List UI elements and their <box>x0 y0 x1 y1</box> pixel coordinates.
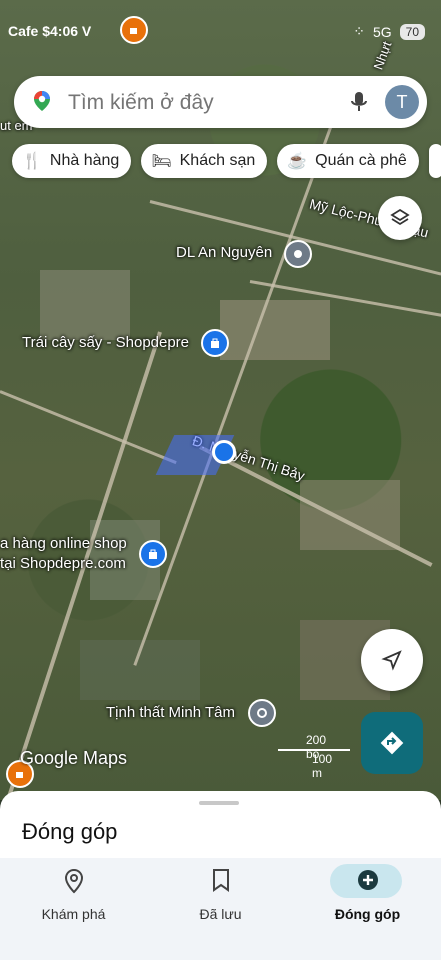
my-location-button[interactable] <box>361 629 423 691</box>
bottom-sheet[interactable]: Đóng góp <box>0 791 441 861</box>
place-label-minh-tam[interactable]: Tịnh thất Minh Tâm <box>106 704 235 721</box>
chip-label: Nhà hàng <box>49 152 120 169</box>
chip-label: Quán cà phê <box>315 152 407 169</box>
place-pin-icon[interactable] <box>284 240 312 268</box>
map-road <box>0 390 177 465</box>
map-field <box>40 270 130 340</box>
place-label-online-shop[interactable]: a hàng online shop <box>0 535 127 552</box>
sheet-drag-handle[interactable] <box>199 801 239 805</box>
chip-hotels[interactable]: 🛏 Khách sạn <box>141 144 268 178</box>
directions-button[interactable] <box>361 712 423 774</box>
shopping-bag-icon[interactable] <box>139 540 167 568</box>
current-location-dot <box>212 440 236 464</box>
place-label-shopdepre[interactable]: Trái cây sấy - Shopdepre <box>22 334 189 351</box>
restaurant-icon: 🍴 <box>22 153 42 170</box>
layers-button[interactable] <box>378 196 422 240</box>
search-input[interactable] <box>66 86 340 120</box>
directions-icon <box>380 731 404 755</box>
coffee-icon: ☕ <box>287 153 308 170</box>
nav-label: Khám phá <box>41 906 106 922</box>
temple-icon[interactable] <box>248 699 276 727</box>
chip-label: Khách sạn <box>179 152 256 169</box>
add-circle-icon <box>357 870 378 890</box>
navigation-arrow-icon <box>381 650 402 671</box>
nav-contribute[interactable]: Đóng góp <box>294 858 441 960</box>
chip-restaurants[interactable]: 🍴 Nhà hàng <box>12 144 132 178</box>
status-bar: Cafe $4:06 V ⁘ 5G 70 <box>0 0 441 64</box>
nav-explore[interactable]: Khám phá <box>0 858 147 960</box>
status-left-text: Cafe $4:06 V <box>8 23 92 39</box>
nav-label: Đóng góp <box>334 906 401 922</box>
bookmark-icon <box>212 869 229 892</box>
explore-pin-icon <box>64 868 83 894</box>
scale-bar <box>278 749 350 751</box>
network-type: 5G <box>372 23 392 40</box>
search-bar[interactable]: T <box>14 76 427 128</box>
place-label-an-nguyen[interactable]: DL An Nguyên <box>176 244 272 261</box>
chip-coffee[interactable]: ☕ Quán cà phê <box>277 144 419 178</box>
google-maps-pin-icon <box>34 91 50 111</box>
chip-more[interactable] <box>428 144 441 178</box>
nav-saved[interactable]: Đã lưu <box>147 858 294 960</box>
hotel-icon: 🛏 <box>151 153 172 170</box>
bottom-navigation: Khám phá Đã lưu Đóng góp <box>0 858 441 960</box>
grid-icon: ⁘ <box>353 23 365 39</box>
place-label-online-shop-line2[interactable]: tại Shopdepre.com <box>0 555 126 572</box>
scale-meters: 100 m <box>312 752 333 780</box>
shopping-bag-icon[interactable] <box>201 329 229 357</box>
account-avatar[interactable]: T <box>385 85 419 119</box>
mic-icon[interactable] <box>348 90 370 114</box>
map-field <box>220 300 330 360</box>
google-maps-logo: Google Maps <box>20 748 128 768</box>
layers-icon <box>390 208 410 226</box>
battery-level: 70 <box>399 23 425 40</box>
nav-label: Đã lưu <box>199 906 242 922</box>
map-road <box>133 100 342 666</box>
sheet-title: Đóng góp <box>22 819 118 844</box>
category-chips: 🍴 Nhà hàng 🛏 Khách sạn ☕ Quán cà phê <box>12 144 441 178</box>
